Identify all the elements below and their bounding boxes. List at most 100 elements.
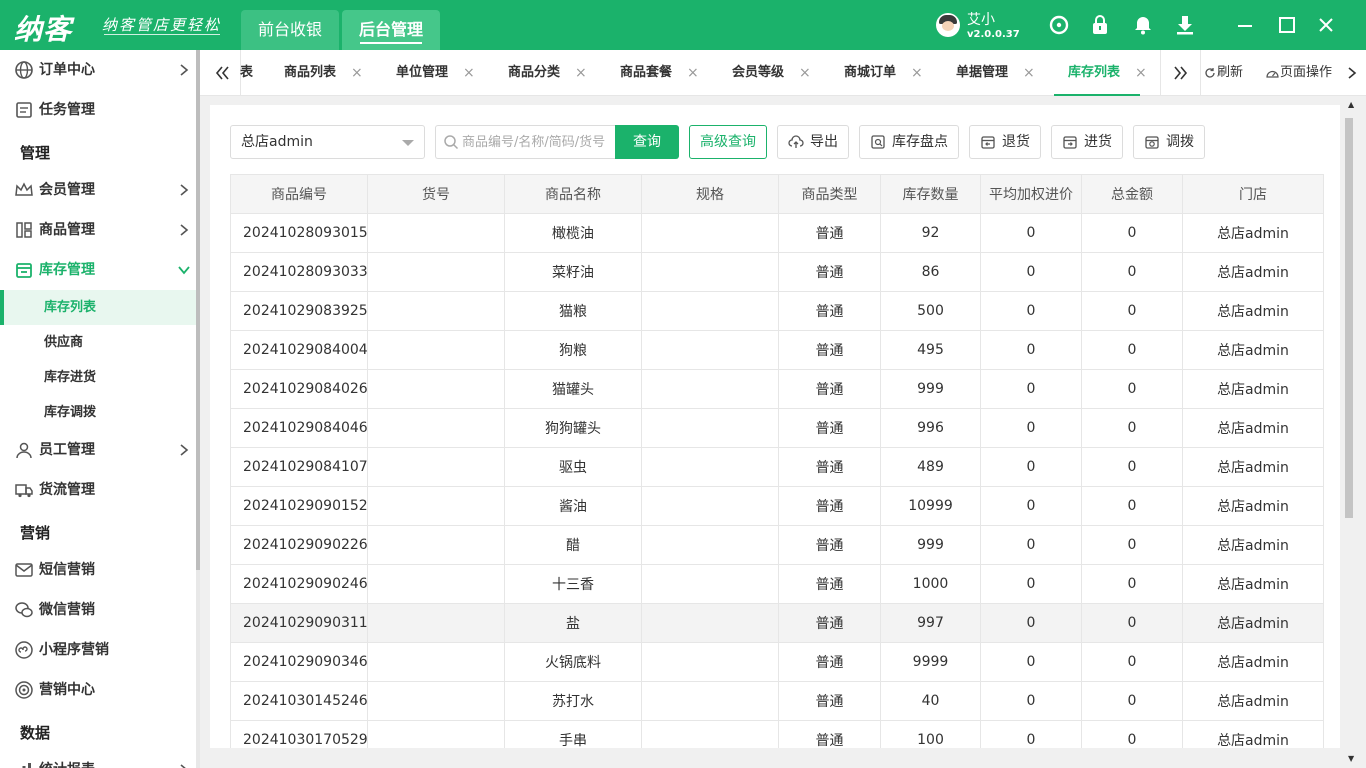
table-row[interactable]: 20241029090226 醋普通 999 0 0 总店admin <box>230 525 1324 565</box>
main-scroll-thumb[interactable] <box>1345 118 1353 518</box>
tab-member-level[interactable]: 会员等级 × <box>732 50 811 96</box>
sidebar-item-wechat-marketing[interactable]: 微信营销 <box>0 590 196 630</box>
maximize-icon[interactable] <box>1276 14 1298 36</box>
column-header[interactable]: 商品名称 <box>504 174 642 214</box>
table-cell <box>367 213 505 253</box>
sidebar-item-marketing-center[interactable]: 营销中心 <box>0 670 196 710</box>
purchase-button[interactable]: 进货 <box>1051 125 1123 159</box>
table-row[interactable]: 20241029090152 酱油 普通 10999 0 0 总店admin <box>230 486 1324 526</box>
table-row[interactable]: 20241028093033 菜籽油 普通 86 0 0 总店admin <box>230 252 1324 292</box>
return-button[interactable]: 退货 <box>969 125 1041 159</box>
table-row[interactable]: 20241029083925 猫粮 普通 500 0 0 总店admin <box>230 291 1324 331</box>
tab-close-icon[interactable]: × <box>463 50 475 96</box>
stocktake-button[interactable]: 库存盘点 <box>859 125 959 159</box>
table-cell: 0 <box>980 291 1082 331</box>
purchase-icon <box>1063 136 1077 149</box>
table-cell <box>367 720 505 748</box>
tab-close-icon[interactable]: × <box>1135 50 1147 96</box>
sidebar-scrollbar[interactable] <box>196 50 200 768</box>
user-name[interactable]: 艾小 <box>967 9 995 29</box>
tab-close-icon[interactable]: × <box>1023 50 1035 96</box>
sidebar-item-tasks[interactable]: 任务管理 <box>0 90 196 130</box>
sidebar-item-members[interactable]: 会员管理 <box>0 170 196 210</box>
customer-service-icon[interactable] <box>1048 14 1070 36</box>
search-input[interactable] <box>462 126 617 158</box>
tab-stock-list[interactable]: 库存列表 × <box>1053 50 1147 96</box>
tab-document-management[interactable]: 单据管理 × <box>956 50 1035 96</box>
table-cell <box>367 603 505 643</box>
table-row[interactable]: 20241029084026 猫罐头 普通 999 0 0 总店admin <box>230 369 1324 409</box>
scroll-down-arrow-icon[interactable]: ▼ <box>1348 754 1354 763</box>
sidebar-item-miniprogram-marketing[interactable]: 小程序营销 <box>0 630 196 670</box>
tab-partial[interactable]: 表 <box>240 50 253 96</box>
table-row[interactable]: 20241029084046 狗狗罐头 普通 996 0 0 总店admin <box>230 408 1324 448</box>
table-cell: 普通 <box>778 408 881 448</box>
sidebar-item-products[interactable]: 商品管理 <box>0 210 196 250</box>
sidebar-item-logistics[interactable]: 货流管理 <box>0 470 196 510</box>
lock-icon[interactable] <box>1089 14 1111 36</box>
tab-label: 库存列表 <box>1068 65 1121 80</box>
main-scrollbar[interactable]: ▲ ▼ <box>1342 96 1366 768</box>
table-row[interactable]: 20241029084107 驱虫 普通 489 0 0 总店admin <box>230 447 1324 487</box>
tab-close-icon[interactable]: × <box>575 50 587 96</box>
column-header[interactable]: 库存数量 <box>880 174 981 214</box>
table-row[interactable]: 20241029090311 盐普通 997 0 0 总店admin <box>230 603 1324 643</box>
table-row[interactable]: 20241029090246 十三香 普通 1000 0 0 总店admin <box>230 564 1324 604</box>
column-header[interactable]: 商品编号 <box>230 174 368 214</box>
sidebar-item-orders[interactable]: 订单中心 <box>0 50 196 90</box>
table-cell <box>367 525 505 565</box>
bell-icon[interactable] <box>1132 14 1154 36</box>
sidebar-scroll-thumb[interactable] <box>196 50 200 570</box>
export-button[interactable]: 导出 <box>777 125 849 159</box>
table-row[interactable]: 20241030170529 手串 普通 100 0 0 总店admin <box>230 720 1324 748</box>
sidebar-subitem-stock-transfer[interactable]: 库存调拨 <box>0 395 196 430</box>
close-icon[interactable] <box>1315 14 1337 36</box>
tabs-scroll-left-icon[interactable] <box>200 50 240 96</box>
sidebar-subitem-stock-purchase[interactable]: 库存进货 <box>0 360 196 395</box>
tab-close-icon[interactable]: × <box>687 50 699 96</box>
table-cell: 0 <box>980 252 1082 292</box>
sidebar-item-inventory[interactable]: 库存管理 <box>0 250 196 290</box>
table-row[interactable]: 20241028093015 橄榄油 普通 92 0 0 总店admin <box>230 213 1324 253</box>
column-header[interactable]: 规格 <box>641 174 779 214</box>
tab-mall-orders[interactable]: 商城订单 × <box>844 50 923 96</box>
query-button[interactable]: 查询 <box>615 125 679 159</box>
search-box[interactable] <box>435 125 617 159</box>
table-cell: 0 <box>1081 564 1183 604</box>
table-row[interactable]: 20241029090346 火锅底料 普通 9999 0 0 总店admin <box>230 642 1324 682</box>
advanced-query-button[interactable]: 高级查询 <box>689 125 767 159</box>
page-operations-label: 页面操作 <box>1280 65 1333 80</box>
tab-close-icon[interactable]: × <box>911 50 923 96</box>
return-icon <box>981 136 995 149</box>
sidebar-subitem-suppliers[interactable]: 供应商 <box>0 325 196 360</box>
table-row[interactable]: 20241029084004 狗粮 普通 495 0 0 总店admin <box>230 330 1324 370</box>
tab-close-icon[interactable]: × <box>351 50 363 96</box>
transfer-button[interactable]: 调拨 <box>1133 125 1205 159</box>
top-tab-admin[interactable]: 后台管理 <box>342 10 440 50</box>
sidebar-item-reports[interactable]: 统计报表 <box>0 750 196 768</box>
download-icon[interactable] <box>1174 14 1196 36</box>
avatar[interactable] <box>936 13 960 37</box>
sidebar-item-staff[interactable]: 员工管理 <box>0 430 196 470</box>
tab-product-list[interactable]: 商品列表 × <box>284 50 363 96</box>
chevron-right-icon[interactable] <box>1346 66 1358 80</box>
column-header[interactable]: 商品类型 <box>778 174 881 214</box>
tabs-scroll-right-icon[interactable] <box>1161 50 1201 96</box>
column-header[interactable]: 货号 <box>367 174 505 214</box>
table-row[interactable]: 20241030145246 苏打水 普通 40 0 0 总店admin <box>230 681 1324 721</box>
table-cell: 总店admin <box>1182 291 1324 331</box>
column-header[interactable]: 总金额 <box>1081 174 1183 214</box>
tab-product-category[interactable]: 商品分类 × <box>508 50 587 96</box>
store-select[interactable]: 总店admin <box>230 125 425 159</box>
sidebar-subitem-stock-list[interactable]: 库存列表 <box>0 290 196 325</box>
tab-close-icon[interactable]: × <box>799 50 811 96</box>
column-header[interactable]: 平均加权进价 <box>980 174 1082 214</box>
top-tab-cashier[interactable]: 前台收银 <box>241 10 339 50</box>
tab-unit-management[interactable]: 单位管理 × <box>396 50 475 96</box>
table-cell: 醋 <box>504 525 642 565</box>
minimize-icon[interactable] <box>1234 14 1256 36</box>
scroll-up-arrow-icon[interactable]: ▲ <box>1348 100 1354 109</box>
column-header[interactable]: 门店 <box>1182 174 1324 214</box>
sidebar-item-sms-marketing[interactable]: 短信营销 <box>0 550 196 590</box>
tab-product-package[interactable]: 商品套餐 × <box>620 50 699 96</box>
